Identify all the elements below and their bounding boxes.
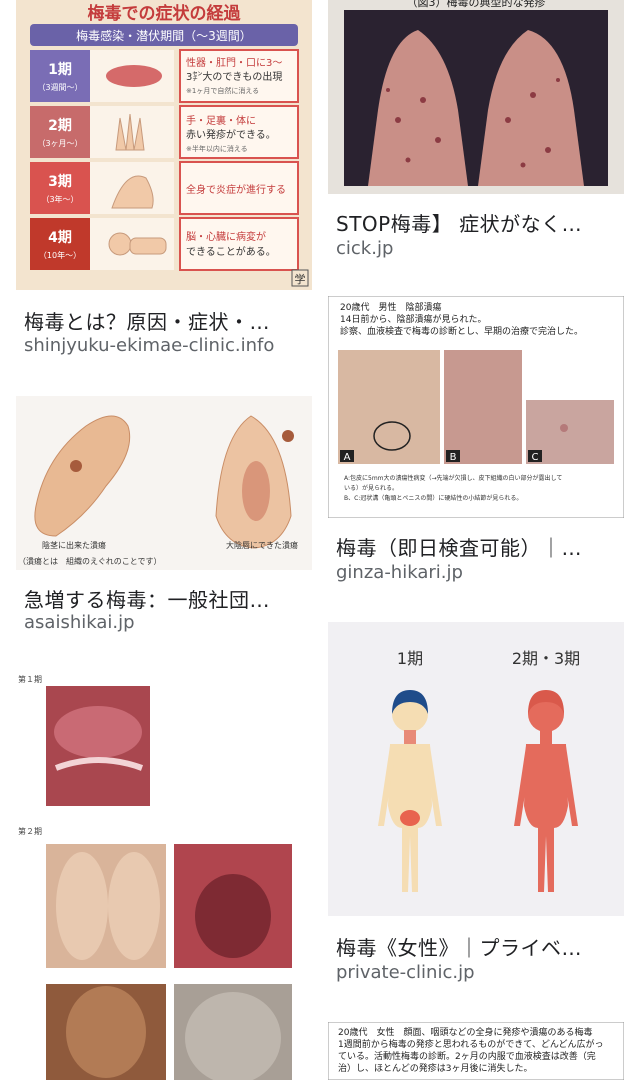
case-report-2-image: 20歳代 女性 顔面、咽頭などの全身に発疹や潰瘍のある梅毒 1週間前から梅毒の発… (328, 1022, 624, 1080)
chart-banner: 梅毒感染・潜伏期間（〜3週間） (76, 28, 252, 43)
svg-text:3㌢大のできもの出現: 3㌢大のできもの出現 (186, 70, 282, 83)
photo-caption: （図3）梅毒の典型的な発疹 (407, 0, 546, 9)
label-stage-2-3: 2期・3期 (512, 649, 580, 668)
svg-text:全身で炎症が進行する: 全身で炎症が進行する (186, 183, 286, 196)
svg-text:B、C:冠状溝（亀頭とペニスの間）に硬結性の小結節が見られる: B、C:冠状溝（亀頭とペニスの間）に硬結性の小結節が見られる。 (344, 494, 522, 502)
result-domain-6: private-clinic.jp (336, 962, 475, 983)
result-title-1[interactable]: 梅毒とは？原因・症状・… (24, 306, 314, 335)
stage-chart-image: 梅毒での症状の経過 梅毒感染・潜伏期間（〜3週間） 1期 （3週間〜） 性器・肛… (16, 0, 312, 290)
label-left: 陰茎に出来た潰瘍 (42, 540, 106, 550)
svg-text:※1ヶ月で自然に消える: ※1ヶ月で自然に消える (186, 86, 259, 95)
svg-text:（3週間〜）: （3週間〜） (37, 83, 82, 92)
svg-text:治）し、ほとんどの発疹は3ヶ月後に消失した。: 治）し、ほとんどの発疹は3ヶ月後に消失した。 (338, 1062, 532, 1074)
stamp-text: 学 (295, 272, 306, 286)
footnote: （潰瘍とは 組織のえぐれのことです） (18, 556, 162, 566)
svg-text:20歳代 男性 陰部潰瘍: 20歳代 男性 陰部潰瘍 (340, 301, 441, 313)
svg-text:（10年〜）: （10年〜） (39, 250, 81, 260)
svg-text:C: C (532, 452, 539, 463)
result-domain-4: ginza-hikari.jp (336, 562, 463, 583)
section-2-label: 第２期 (18, 826, 42, 836)
svg-text:1週間前から梅毒の発疹と思われるものができて、どんどん広がっ: 1週間前から梅毒の発疹と思われるものができて、どんどん広がっ (338, 1038, 604, 1050)
stage-row-1: 1期 （3週間〜） 性器・肛門・口に3〜 3㌢大のできもの出現 ※1ヶ月で自然に… (30, 49, 299, 103)
svg-text:3期: 3期 (48, 174, 72, 190)
result-title-4[interactable]: 梅毒（即日検査可能）｜… (336, 532, 626, 561)
section-1-label: 第１期 (18, 674, 42, 684)
label-right: 大陰唇にできた潰瘍 (226, 540, 298, 550)
svg-text:ている。活動性梅毒の診断。2ヶ月の内服で血液検査は改善（完: ている。活動性梅毒の診断。2ヶ月の内服で血液検査は改善（完 (338, 1050, 596, 1062)
clinical-photos-image: 第１期 第２期 (16, 672, 312, 1080)
svg-text:（3年〜）: （3年〜） (41, 194, 78, 204)
case-report-image: 20歳代 男性 陰部潰瘍 14日前から、陰部潰瘍が見られた。 診察、血液検査で梅… (328, 296, 624, 518)
svg-text:2期: 2期 (48, 118, 72, 134)
svg-text:手・足裏・体に: 手・足裏・体に (186, 114, 256, 127)
result-card-6[interactable]: 1期 2期・3期 梅毒《女性》｜プライベ… private-clinic.jp (328, 622, 624, 992)
svg-text:診察、血液検査で梅毒の診断とし、早期の治療で完治した。: 診察、血液検査で梅毒の診断とし、早期の治療で完治した。 (340, 325, 583, 337)
result-thumbnail-2[interactable]: （図3）梅毒の典型的な発疹 (328, 0, 624, 194)
label-stage-1: 1期 (397, 649, 423, 668)
svg-text:脳・心臓に病変が: 脳・心臓に病変が (186, 230, 266, 243)
result-thumbnail-1[interactable]: 梅毒での症状の経過 梅毒感染・潜伏期間（〜3週間） 1期 （3週間〜） 性器・肛… (16, 0, 312, 290)
result-domain-3: asaishikai.jp (24, 612, 135, 633)
result-thumbnail-5[interactable]: 第１期 第２期 (16, 672, 312, 1080)
svg-text:性器・肛門・口に3〜: 性器・肛門・口に3〜 (186, 56, 282, 69)
result-title-3[interactable]: 急増する梅毒：一般社団… (24, 584, 314, 613)
result-domain-2: cick.jp (336, 238, 394, 259)
svg-text:20歳代 女性 顔面、咽頭などの全身に発疹や潰瘍のある梅毒: 20歳代 女性 顔面、咽頭などの全身に発疹や潰瘍のある梅毒 (338, 1026, 592, 1038)
chart-heading: 梅毒での症状の経過 (88, 3, 242, 24)
svg-text:赤い発疹ができる。: 赤い発疹ができる。 (186, 128, 276, 141)
result-card-2[interactable]: （図3）梅毒の典型的な発疹 STOP梅毒】 症状がなく… cick.jp (328, 0, 624, 270)
svg-text:B: B (450, 452, 457, 463)
svg-text:A:包皮に5mm大の潰瘍性病変（→先端が欠損し、皮下組織の白: A:包皮に5mm大の潰瘍性病変（→先端が欠損し、皮下組織の白い部分が露出して (344, 474, 562, 482)
result-thumbnail-4[interactable]: 20歳代 男性 陰部潰瘍 14日前から、陰部潰瘍が見られた。 診察、血液検査で梅… (328, 296, 624, 518)
result-title-6[interactable]: 梅毒《女性》｜プライベ… (336, 932, 626, 961)
female-stages-image: 1期 2期・3期 (328, 622, 624, 916)
svg-text:1期: 1期 (48, 62, 72, 78)
ulcer-illustration-image: 陰茎に出来た潰瘍 大陰唇にできた潰瘍 （潰瘍とは 組織のえぐれのことです） (16, 396, 312, 570)
stage-row-4: 4期 （10年〜） 脳・心臓に病変が できることがある。 (30, 217, 299, 271)
result-domain-1: shinjyuku-ekimae-clinic.info (24, 335, 275, 356)
result-thumbnail-7[interactable]: 20歳代 女性 顔面、咽頭などの全身に発疹や潰瘍のある梅毒 1週間前から梅毒の発… (328, 1022, 624, 1080)
svg-text:できることがある。: できることがある。 (186, 245, 276, 258)
svg-text:A: A (344, 452, 351, 463)
result-title-2[interactable]: STOP梅毒】 症状がなく… (336, 208, 626, 237)
result-card-1[interactable]: 梅毒での症状の経過 梅毒感染・潜伏期間（〜3週間） 1期 （3週間〜） 性器・肛… (16, 0, 312, 370)
svg-text:いる）が見られる。: いる）が見られる。 (344, 484, 398, 492)
result-card-4[interactable]: 20歳代 男性 陰部潰瘍 14日前から、陰部潰瘍が見られた。 診察、血液検査で梅… (328, 296, 624, 596)
result-card-3[interactable]: 陰茎に出来た潰瘍 大陰唇にできた潰瘍 （潰瘍とは 組織のえぐれのことです） 急増… (16, 396, 312, 646)
svg-text:（3ヶ月〜）: （3ヶ月〜） (37, 139, 82, 148)
svg-text:14日前から、陰部潰瘍が見られた。: 14日前から、陰部潰瘍が見られた。 (340, 313, 486, 325)
result-thumbnail-6[interactable]: 1期 2期・3期 (328, 622, 624, 916)
stage-row-2: 2期 （3ヶ月〜） 手・足裏・体に 赤い発疹ができる。 ※半年以内に消える (30, 105, 299, 159)
result-thumbnail-3[interactable]: 陰茎に出来た潰瘍 大陰唇にできた潰瘍 （潰瘍とは 組織のえぐれのことです） (16, 396, 312, 570)
result-card-5[interactable]: 第１期 第２期 (16, 672, 312, 1080)
palm-rash-image: （図3）梅毒の典型的な発疹 (328, 0, 624, 194)
svg-text:※半年以内に消える: ※半年以内に消える (186, 144, 248, 153)
svg-text:4期: 4期 (48, 230, 72, 246)
result-card-7[interactable]: 20歳代 女性 顔面、咽頭などの全身に発疹や潰瘍のある梅毒 1週間前から梅毒の発… (328, 1022, 624, 1080)
stage-row-3: 3期 （3年〜） 全身で炎症が進行する (30, 161, 299, 215)
